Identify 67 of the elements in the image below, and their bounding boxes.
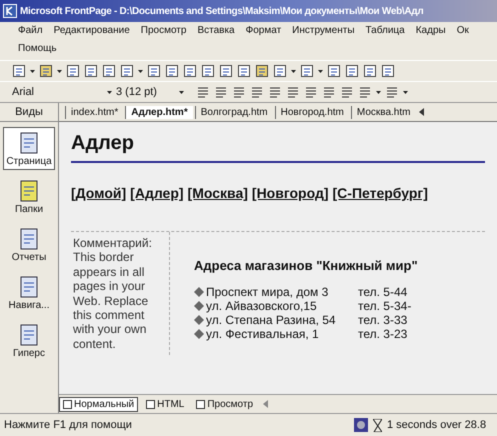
caret-icon[interactable]: [318, 70, 323, 72]
view-mode-tab[interactable]: HTML: [142, 396, 188, 412]
view-button[interactable]: Навига...: [5, 271, 52, 314]
comment-text: Комментарий: This border appears in all pages in your Web. Replace this comment with your own content.: [71, 232, 170, 356]
view-mode-icon: [63, 400, 72, 408]
menu-item[interactable]: Редактирование: [54, 25, 130, 39]
menu-item[interactable]: Кадры: [416, 25, 446, 39]
document-tab[interactable]: index.htm*: [65, 106, 124, 118]
diamond-bullet-icon: [194, 287, 204, 297]
views-title: Виды: [0, 103, 58, 122]
caret-icon[interactable]: [57, 70, 62, 72]
view-button[interactable]: Страница: [3, 127, 55, 170]
view-button[interactable]: Гиперс: [10, 319, 48, 362]
store-address: ул. Айвазовского,15: [206, 299, 318, 313]
caret-icon[interactable]: [403, 90, 408, 94]
menu-item[interactable]: Инструменты: [292, 25, 355, 39]
window-title: Microsoft FrontPage - D:\Documents and Settings\Maksim\Мои документы\Мои Web\Адл: [20, 6, 424, 16]
diamond-bullet-icon: [194, 329, 204, 339]
nav-link[interactable]: [Москва]: [188, 185, 248, 201]
nav-link[interactable]: [Домой]: [71, 185, 126, 201]
page-heading: Адлер: [71, 132, 485, 163]
menu-item[interactable]: Помощь: [18, 43, 57, 57]
document-icon[interactable]: [102, 64, 116, 78]
view-mode-icon: [196, 400, 206, 408]
caret-icon[interactable]: [30, 70, 35, 72]
align-left-icon[interactable]: [250, 85, 264, 99]
document-tab[interactable]: Москва.htm: [350, 106, 416, 118]
download-time: 1 seconds over 28.8: [387, 419, 488, 431]
menu-item[interactable]: Формат: [246, 25, 282, 39]
diamond-bullet-icon: [194, 301, 204, 311]
store-phone: тел. 5-44: [358, 285, 408, 299]
menu-item[interactable]: Таблица: [366, 25, 405, 39]
menu-item[interactable]: Просмотр: [140, 25, 186, 39]
document-tab[interactable]: Новгород.htm: [274, 106, 349, 118]
connection-icon: [354, 418, 368, 432]
status-hint: Нажмите F1 для помощи: [4, 419, 133, 431]
document-tab[interactable]: Адлер.htm*: [125, 106, 193, 118]
app-icon: [3, 4, 17, 18]
font-size-dropdown[interactable]: 3 (12 pt): [116, 84, 184, 100]
nav-link[interactable]: [Адлер]: [130, 185, 184, 201]
diamond-bullet-icon: [194, 315, 204, 325]
view-mode-tab[interactable]: Просмотр: [192, 396, 258, 412]
new-page-icon[interactable]: [12, 64, 26, 78]
stores-heading: Адреса магазинов "Книжный мир": [194, 258, 418, 273]
font-dropdown[interactable]: Arial: [12, 84, 112, 100]
menu-item[interactable]: Вставка: [197, 25, 235, 39]
caret-icon[interactable]: [138, 70, 143, 72]
store-address: Проспект мира, дом 3: [206, 285, 330, 299]
menu-item[interactable]: Файл: [18, 25, 43, 39]
store-address: ул. Фестивальная, 1: [206, 327, 320, 341]
view-mode-tab[interactable]: Нормальный: [59, 396, 138, 412]
view-button[interactable]: Папки: [12, 175, 46, 218]
store-phone: тел. 3-23: [358, 327, 408, 341]
caret-icon[interactable]: [376, 90, 381, 94]
view-mode-icon: [146, 400, 156, 408]
store-address: ул. Степана Разина, 54: [206, 313, 337, 327]
caret-icon: [179, 90, 184, 94]
menu-item[interactable]: Ок: [456, 25, 469, 39]
caret-icon: [107, 90, 112, 94]
view-button[interactable]: Отчеты: [8, 223, 50, 266]
nav-link[interactable]: [С-Петербург]: [332, 185, 428, 201]
store-phone: тел. 5-34-: [358, 299, 412, 313]
document-tab[interactable]: Волгоград.htm: [194, 106, 273, 118]
caret-icon[interactable]: [291, 70, 296, 72]
hourglass-icon: [373, 418, 382, 432]
nav-link[interactable]: [Новгород]: [252, 185, 329, 201]
store-phone: тел. 3-33: [358, 313, 408, 327]
